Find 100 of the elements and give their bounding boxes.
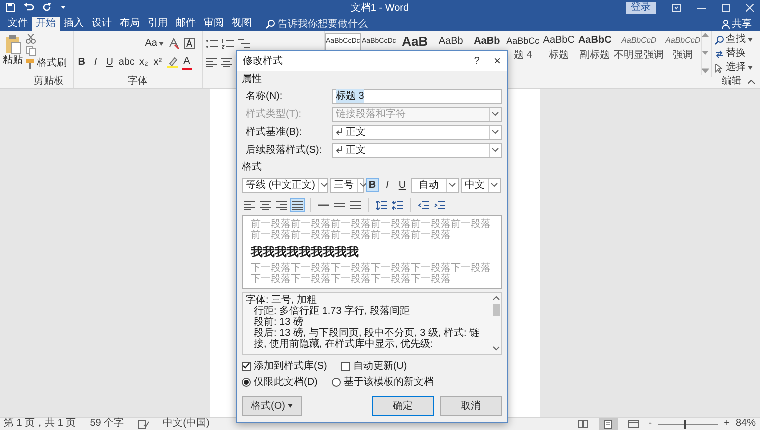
radio-label[interactable]: 基于该模板的新文档 bbox=[344, 375, 434, 389]
save-icon[interactable] bbox=[6, 3, 15, 12]
ribbon-display-icon[interactable] bbox=[672, 4, 681, 12]
tell-me-field[interactable]: 告诉我你想要做什么 bbox=[278, 18, 398, 30]
text-field[interactable]: 标题 3 bbox=[332, 88, 502, 104]
zoom-percent[interactable]: 84% bbox=[736, 418, 756, 430]
increase-indent-icon[interactable] bbox=[434, 200, 445, 210]
share-button[interactable]: 共享 bbox=[722, 17, 752, 31]
proofing-icon[interactable] bbox=[138, 420, 150, 428]
clear-formatting-icon[interactable] bbox=[168, 38, 180, 49]
font-dropdown[interactable]: 等线 (中文正文) bbox=[242, 178, 328, 192]
copy-icon[interactable] bbox=[26, 46, 36, 56]
double-spacing-icon[interactable] bbox=[350, 200, 361, 210]
align-left-icon[interactable] bbox=[206, 58, 218, 67]
ribbon-tab[interactable]: 邮件 bbox=[172, 17, 200, 31]
font-format-button[interactable]: x₂ bbox=[138, 56, 149, 68]
scroll-up-icon[interactable] bbox=[702, 33, 710, 37]
print-layout-icon[interactable] bbox=[598, 418, 618, 430]
help-button[interactable]: ? bbox=[474, 56, 480, 66]
format-painter-button[interactable]: 格式刷 bbox=[26, 58, 67, 70]
ribbon-tab[interactable]: 文件 bbox=[4, 17, 32, 31]
bullets-icon[interactable] bbox=[206, 38, 218, 48]
ribbon-tab[interactable]: 审阅 bbox=[200, 17, 228, 31]
decrease-paragraph-spacing-icon[interactable] bbox=[392, 200, 403, 210]
font-format-button[interactable]: abc bbox=[118, 56, 135, 68]
character-border-icon[interactable] bbox=[184, 38, 196, 49]
scroll-down-icon[interactable] bbox=[702, 50, 710, 54]
style-gallery-item[interactable]: AaBb bbox=[433, 33, 470, 63]
sign-in-button[interactable]: 登录 bbox=[626, 2, 656, 14]
collapse-ribbon-icon[interactable] bbox=[748, 80, 755, 84]
one-half-spacing-icon[interactable] bbox=[334, 200, 345, 210]
caret-icon bbox=[748, 38, 754, 42]
maximize-icon[interactable] bbox=[722, 4, 730, 12]
customize-caret-icon[interactable] bbox=[61, 5, 66, 10]
style-gallery-item[interactable]: AaBbC 副标题 bbox=[577, 33, 614, 63]
ribbon-tab[interactable]: 布局 bbox=[116, 17, 144, 31]
style-gallery-item[interactable]: AaBbCc 题 4 bbox=[505, 33, 542, 63]
numbering-icon[interactable] bbox=[222, 38, 234, 48]
align-left-button[interactable] bbox=[242, 198, 257, 212]
radio-label[interactable]: 仅限此文档(D) bbox=[254, 375, 318, 389]
find-button[interactable]: 查找 bbox=[715, 34, 757, 46]
font-style-button[interactable]: I bbox=[381, 178, 394, 192]
ribbon-tab[interactable]: 引用 bbox=[144, 17, 172, 31]
dialog-title: 修改样式 bbox=[243, 54, 284, 68]
zoom-in-button[interactable]: + bbox=[724, 418, 730, 430]
style-gallery-item[interactable]: AaBbCcD 强调 bbox=[665, 33, 702, 63]
align-justify-button[interactable] bbox=[290, 198, 305, 212]
multilevel-list-icon[interactable] bbox=[238, 38, 250, 48]
font-format-button[interactable]: B bbox=[76, 56, 87, 68]
ribbon-tab[interactable]: 设计 bbox=[88, 17, 116, 31]
close-icon[interactable] bbox=[746, 4, 754, 12]
checkbox-label[interactable]: 自动更新(U) bbox=[353, 359, 408, 373]
replace-button[interactable]: 替换 bbox=[715, 48, 757, 60]
ribbon-tab[interactable]: 视图 bbox=[228, 17, 256, 31]
expand-gallery-icon[interactable] bbox=[702, 68, 710, 73]
style-gallery-item[interactable]: AaBbC 标题 bbox=[541, 33, 578, 63]
style-dropdown[interactable]: 正文 bbox=[332, 142, 502, 158]
increase-paragraph-spacing-icon[interactable] bbox=[376, 200, 387, 210]
style-gallery-item[interactable]: AaBbCcD 不明显强调 bbox=[613, 33, 666, 63]
page-count[interactable]: 第 1 页，共 1 页 bbox=[4, 418, 76, 430]
paste-button[interactable]: 粘贴 bbox=[3, 33, 23, 76]
select-button[interactable]: 选择 bbox=[715, 62, 757, 74]
scissors-icon[interactable] bbox=[26, 34, 36, 44]
zoom-slider-thumb[interactable] bbox=[684, 420, 686, 428]
ribbon-tab[interactable]: 开始 bbox=[32, 17, 60, 31]
font-format-button[interactable]: x² bbox=[152, 56, 163, 68]
highlighter-icon[interactable] bbox=[166, 57, 178, 68]
font-color-dropdown[interactable]: 自动 bbox=[411, 178, 459, 192]
window-title: 文档1 - Word bbox=[350, 2, 410, 14]
view-glyph-icon bbox=[602, 420, 614, 428]
font-color-button[interactable]: A bbox=[182, 56, 192, 70]
close-button[interactable]: × bbox=[494, 54, 501, 68]
script-dropdown[interactable]: 中文 bbox=[461, 178, 501, 192]
font-format-button[interactable]: U bbox=[104, 56, 115, 68]
style-dropdown[interactable]: 正文 bbox=[332, 124, 502, 140]
checkbox[interactable] bbox=[242, 362, 251, 370]
font-style-button[interactable]: U bbox=[396, 178, 409, 192]
radio-button[interactable] bbox=[242, 378, 251, 386]
align-center-icon[interactable] bbox=[221, 58, 232, 67]
font-style-button[interactable]: B bbox=[366, 178, 379, 192]
decrease-indent-icon[interactable] bbox=[418, 200, 429, 210]
ok-button[interactable]: 确定 bbox=[372, 396, 434, 416]
cancel-button[interactable]: 取消 bbox=[440, 396, 502, 416]
ribbon-tab[interactable]: 插入 bbox=[60, 17, 88, 31]
checkbox-label[interactable]: 添加到样式库(S) bbox=[254, 359, 328, 373]
zoom-out-button[interactable]: - bbox=[648, 418, 652, 430]
font-size-dropdown[interactable]: 三号 bbox=[330, 178, 364, 192]
align-right-button[interactable] bbox=[274, 198, 289, 212]
style-gallery-item[interactable]: AaB bbox=[397, 33, 434, 63]
change-case-button[interactable]: Aa bbox=[145, 38, 164, 50]
checkbox[interactable] bbox=[341, 362, 350, 370]
font-format-button[interactable]: I bbox=[90, 56, 101, 68]
language-status[interactable]: 中文(中国) bbox=[163, 418, 210, 430]
align-center-button[interactable] bbox=[258, 198, 273, 212]
radio-button[interactable] bbox=[332, 378, 341, 386]
word-count[interactable]: 59 个字 bbox=[90, 418, 124, 430]
caret-icon bbox=[288, 404, 294, 408]
redo-icon[interactable] bbox=[43, 3, 52, 12]
format-menu-button[interactable]: 格式(O) bbox=[242, 396, 302, 416]
undo-icon[interactable] bbox=[24, 3, 34, 12]
